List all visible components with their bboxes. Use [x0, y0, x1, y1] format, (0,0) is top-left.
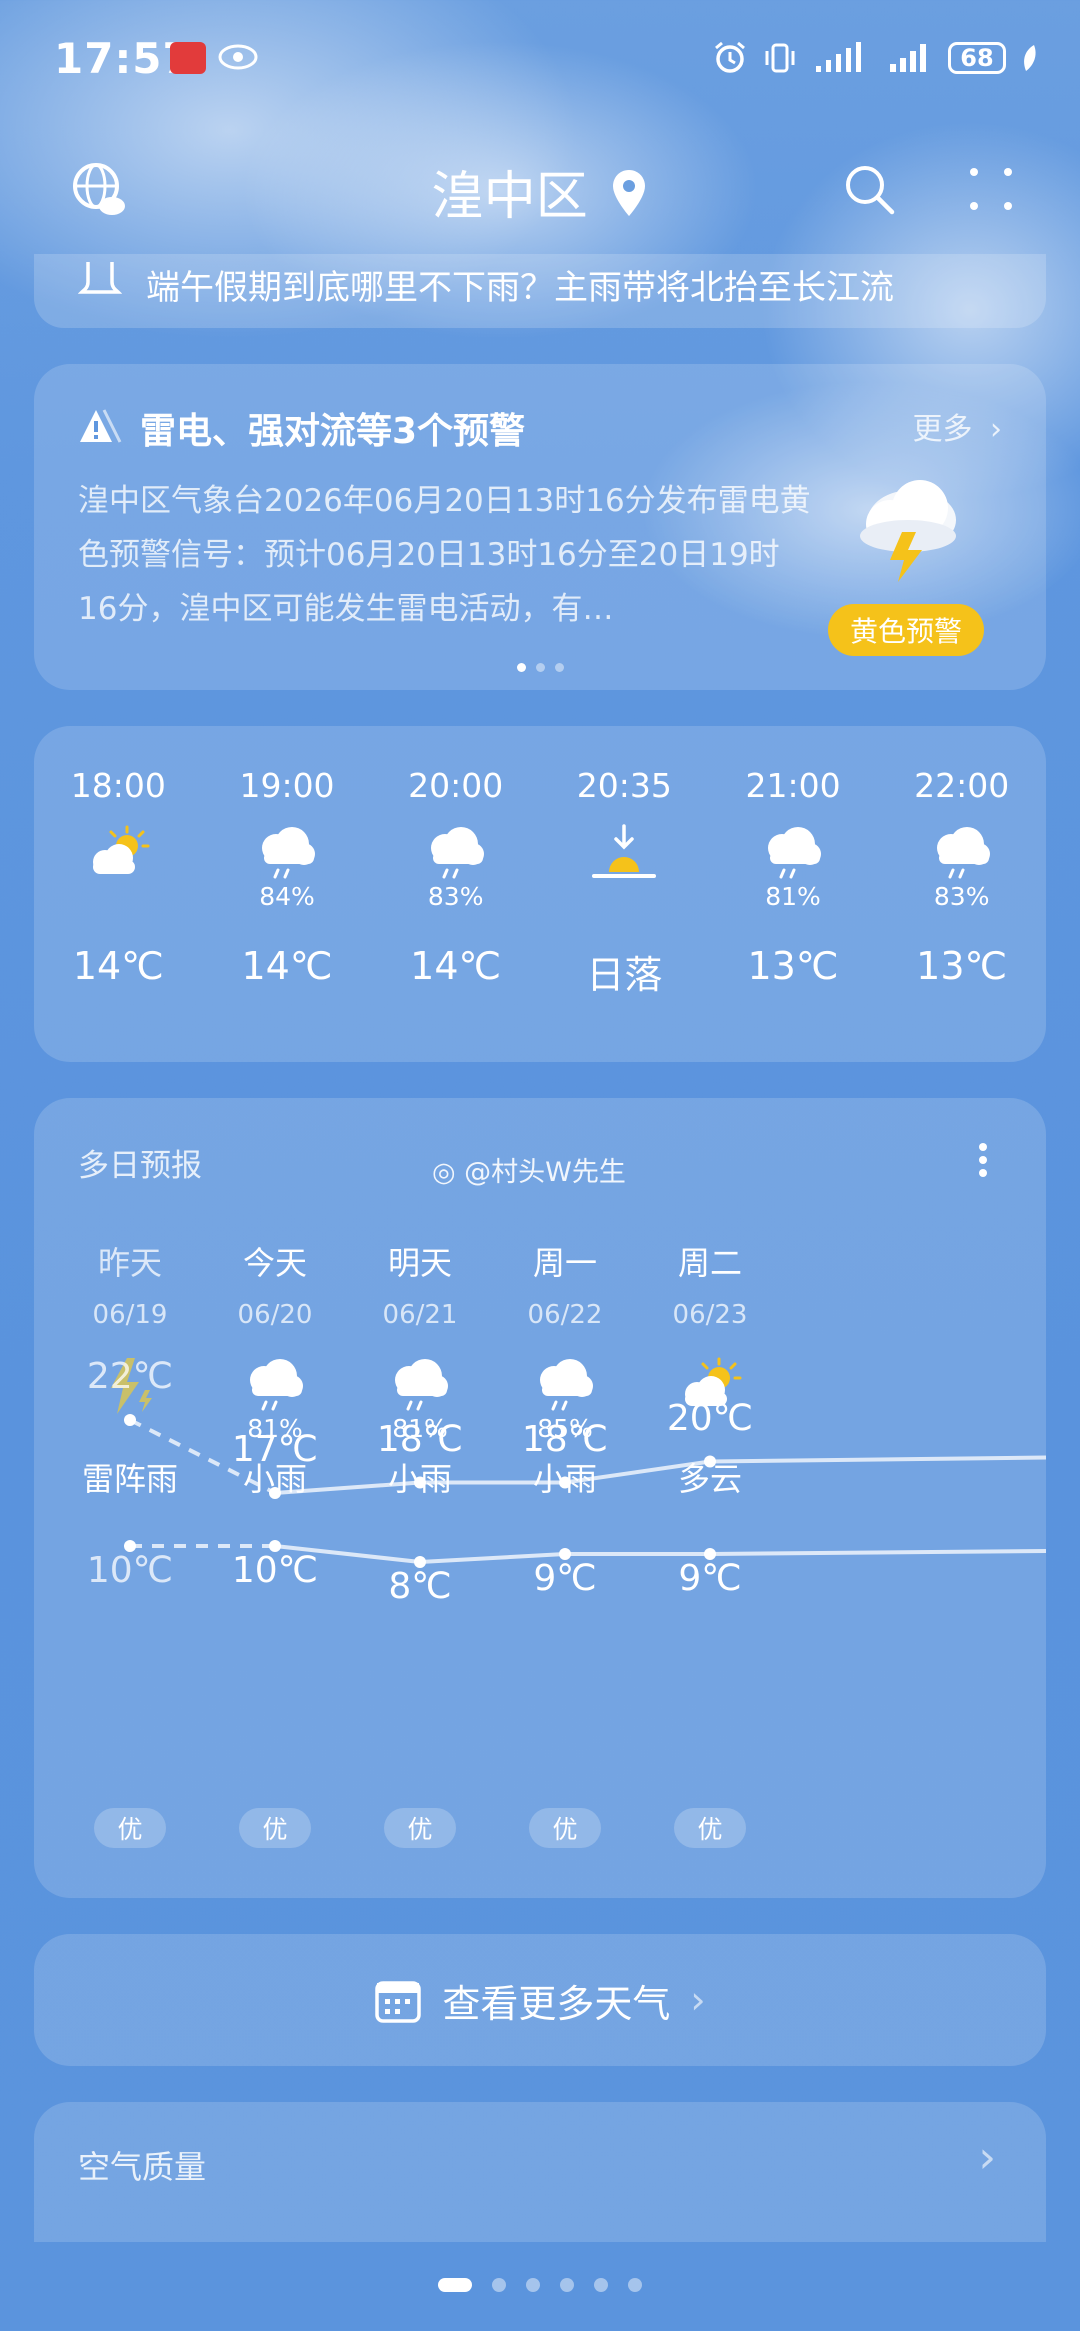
low-temp-label: 8℃	[388, 1566, 452, 1607]
hour-precip: 81%	[765, 882, 821, 911]
aqi-badge: 优	[94, 1808, 166, 1848]
trend-segment	[274, 1480, 421, 1495]
chevron-right-icon: ›	[690, 1978, 706, 2022]
multi-day-forecast-card[interactable]: 多日预报 ◎ @村头W先生 昨天 06/19 雷阵雨 今天 06/20 81% 小雨 明天 06…	[34, 1098, 1046, 1898]
hourly-item: 20:00 83% 14℃	[371, 766, 540, 1026]
news-ticker[interactable]: 端午假期到底哪里不下雨？主雨带将北抬至长江流	[34, 254, 1046, 328]
trend-segment	[709, 1455, 1046, 1464]
trend-segment	[709, 1549, 1046, 1556]
vibrate-icon	[765, 43, 795, 73]
calendar-icon	[375, 1981, 422, 2023]
app-header: 湟中区	[0, 140, 1080, 240]
warning-icon	[80, 409, 122, 443]
alert-pager	[34, 663, 1046, 672]
leaf-icon	[1024, 45, 1036, 71]
low-temp-label: 9℃	[678, 1558, 742, 1599]
bell-icon	[78, 262, 122, 294]
hourly-item: 19:00 84% 14℃	[203, 766, 372, 1026]
signal-1-icon	[816, 42, 861, 72]
hour-time: 20:35	[576, 766, 672, 805]
partly-cloudy-icon	[83, 824, 153, 884]
chevron-right-icon: ›	[978, 2132, 996, 2183]
hour-time: 18:00	[70, 766, 166, 805]
high-temp-label: 17℃	[231, 1429, 319, 1470]
hour-precip: 83%	[933, 882, 990, 911]
search-icon[interactable]	[834, 154, 904, 224]
high-temp-label: 18℃	[376, 1418, 464, 1460]
trend-point	[414, 1476, 426, 1489]
alarm-icon	[715, 41, 745, 73]
hour-time: 22:00	[914, 766, 1010, 805]
alert-level-badge: 黄色预警	[828, 604, 984, 656]
more-menu-icon[interactable]	[956, 154, 1026, 224]
hour-value: 13℃	[747, 944, 839, 988]
high-temp-label: 18℃	[521, 1418, 609, 1460]
aqi-badge: 优	[674, 1808, 746, 1848]
hour-precip: 83%	[427, 882, 484, 911]
alert-title: 雷电、强对流等3个预警	[140, 411, 526, 452]
hour-time: 19:00	[239, 766, 335, 805]
page-indicator[interactable]	[0, 2278, 1080, 2292]
rain-icon	[927, 824, 997, 884]
hourly-forecast-card[interactable]: 18:00 14℃ 19:00 84% 14℃ 20:00 83% 14℃ 20:35 日落 21:…	[34, 726, 1046, 1062]
signal-2-icon	[890, 44, 926, 72]
hour-time: 21:00	[745, 766, 841, 805]
trend-point	[269, 1487, 281, 1499]
alert-more-link[interactable]: 更多 ›	[912, 404, 1002, 448]
aqi-badge: 优	[239, 1808, 311, 1848]
hour-value: 13℃	[916, 944, 1008, 988]
hour-time: 20:00	[408, 766, 504, 805]
aqi-badge: 优	[529, 1808, 601, 1848]
thunderstorm-cloud-icon	[860, 480, 956, 582]
trend-point	[124, 1414, 136, 1426]
city-title[interactable]: 湟中区	[0, 154, 1080, 229]
rain-icon	[758, 824, 828, 884]
low-temp-label: 10℃	[86, 1550, 174, 1591]
hourly-item: 18:00 14℃	[34, 766, 203, 1026]
sunset-icon	[589, 824, 659, 884]
high-temp-label: 20℃	[666, 1397, 754, 1439]
low-temp-label: 9℃	[533, 1558, 597, 1599]
alert-body: 湟中区气象台2026年06月20日13时16分发布雷电黄色预警信号：预计06月2…	[78, 483, 811, 627]
trend-segment	[564, 1459, 711, 1485]
rain-icon	[252, 824, 322, 884]
hour-precip: 84%	[259, 882, 315, 911]
aqi-badge: 优	[384, 1808, 456, 1848]
more-weather-button[interactable]: 查看更多天气 ›	[34, 1934, 1046, 2066]
more-weather-label: 查看更多天气	[442, 1981, 671, 2026]
battery-indicator: 68	[948, 42, 1006, 74]
hour-value: 14℃	[72, 944, 164, 988]
high-temp-label: 22℃	[86, 1356, 174, 1397]
air-quality-title: 空气质量	[78, 2148, 207, 2186]
app-notification-icon	[170, 42, 206, 74]
air-quality-card[interactable]: 空气质量 ›	[34, 2102, 1046, 2242]
status-bar: 17:57 68	[0, 0, 1080, 120]
hour-value: 14℃	[241, 944, 333, 988]
city-name: 湟中区	[431, 167, 588, 227]
eye-icon	[218, 44, 258, 70]
trend-point	[559, 1476, 571, 1489]
location-pin-icon	[613, 170, 646, 216]
hour-value: 14℃	[410, 944, 502, 988]
hourly-item: 20:35 日落	[540, 766, 709, 1026]
low-temp-label: 10℃	[231, 1550, 319, 1591]
trend-point	[704, 1455, 716, 1468]
rain-icon	[421, 824, 491, 884]
news-text: 端午假期到底哪里不下雨？主雨带将北抬至长江流	[146, 268, 894, 308]
alert-more-label: 更多	[912, 412, 973, 447]
temperature-trend-chart	[124, 1414, 1046, 1568]
hourly-item: 22:00 83% 13℃	[877, 766, 1046, 1026]
alert-card[interactable]: 雷电、强对流等3个预警 更多 › 湟中区气象台2026年06月20日13时16分…	[34, 364, 1046, 690]
hour-value: 日落	[586, 953, 663, 997]
hourly-item: 21:00 81% 13℃	[709, 766, 878, 1026]
chevron-right-icon: ›	[990, 412, 1002, 447]
